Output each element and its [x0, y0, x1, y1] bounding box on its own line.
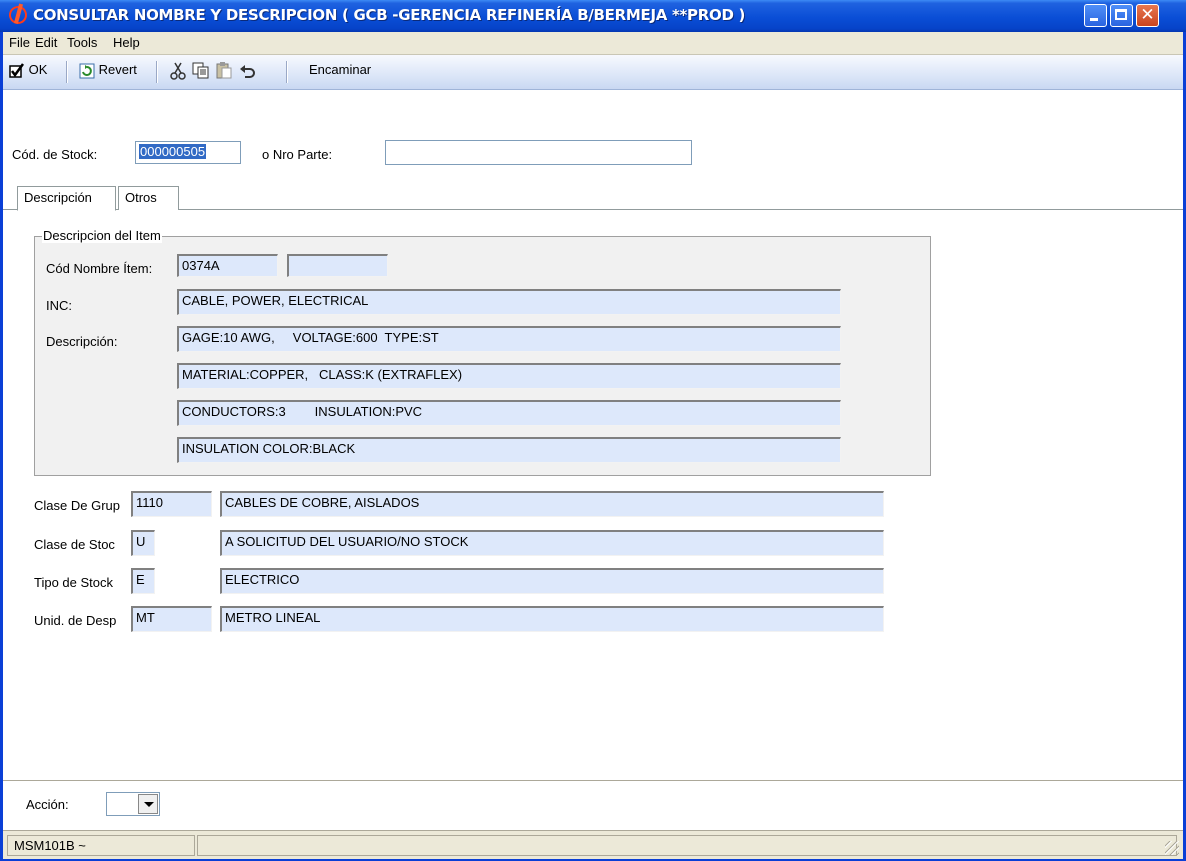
name-code-field[interactable]: 0374A	[177, 254, 278, 277]
class-code-field[interactable]: E	[131, 568, 155, 594]
class-desc-field[interactable]: METRO LINEAL	[220, 606, 884, 632]
close-icon: ✕	[1140, 5, 1155, 25]
menu-tools[interactable]: Tools	[67, 35, 97, 50]
revert-icon	[79, 63, 95, 79]
revert-label: Revert	[98, 62, 137, 77]
cut-icon[interactable]	[169, 62, 187, 82]
class-label: Clase de Stoc	[34, 537, 115, 552]
undo-icon[interactable]	[239, 62, 257, 82]
maximize-button[interactable]	[1110, 4, 1133, 27]
ok-button[interactable]: OK	[9, 62, 47, 82]
status-bar: MSM101B ~	[3, 830, 1183, 859]
menu-help[interactable]: Help	[113, 35, 140, 50]
class-code-field[interactable]: MT	[131, 606, 212, 632]
stock-code-label: Cód. de Stock:	[12, 147, 98, 162]
copy-icon[interactable]	[192, 62, 210, 82]
action-label: Acción:	[26, 797, 69, 812]
description-label: Descripción:	[46, 334, 118, 349]
part-number-input[interactable]	[385, 140, 692, 165]
window-title: CONSULTAR NOMBRE Y DESCRIPCION ( GCB -GE…	[33, 6, 746, 24]
chevron-down-icon[interactable]	[138, 794, 158, 814]
resize-grip-icon[interactable]	[1165, 841, 1179, 855]
toolbar: OK Revert Encaminar	[3, 55, 1183, 90]
close-button[interactable]: ✕	[1136, 4, 1159, 27]
program-id: MSM101B ~	[7, 835, 195, 856]
class-code-field[interactable]: 1110	[131, 491, 212, 517]
description-line-4[interactable]: INSULATION COLOR:BLACK	[177, 437, 841, 463]
class-label: Clase De Grup	[34, 498, 120, 513]
part-number-label: o Nro Parte:	[262, 147, 333, 162]
menu-edit[interactable]: Edit	[35, 35, 57, 50]
class-code-field[interactable]: U	[131, 530, 155, 556]
class-label: Tipo de Stock	[34, 575, 114, 590]
group-title: Descripcion del Item	[42, 228, 162, 243]
description-line-1[interactable]: GAGE:10 AWG, VOLTAGE:600 TYPE:ST	[177, 326, 841, 352]
tab-strip-border	[3, 209, 1183, 210]
class-desc-field[interactable]: A SOLICITUD DEL USUARIO/NO STOCK	[220, 530, 884, 556]
tab-descripcion[interactable]: Descripción	[17, 186, 116, 211]
tab-otros[interactable]: Otros	[118, 186, 179, 210]
action-dropdown[interactable]	[106, 792, 160, 816]
description-line-2[interactable]: MATERIAL:COPPER, CLASS:K (EXTRAFLEX)	[177, 363, 841, 389]
menu-file[interactable]: File	[9, 35, 30, 50]
name-code-label: Cód Nombre Ítem:	[46, 261, 153, 276]
menu-bar: File Edit Tools Help	[3, 32, 1183, 55]
app-logo-icon	[6, 3, 30, 27]
encaminar-button[interactable]: Encaminar	[309, 62, 371, 82]
class-desc-field[interactable]: CABLES DE COBRE, AISLADOS	[220, 491, 884, 517]
ok-label: OK	[28, 62, 48, 77]
name-code-extra-field[interactable]	[287, 254, 388, 277]
checkbox-check-icon	[9, 62, 25, 78]
status-message	[197, 835, 1177, 856]
revert-button[interactable]: Revert	[79, 62, 137, 82]
class-label: Unid. de Desp	[34, 613, 117, 628]
inc-field[interactable]: CABLE, POWER, ELECTRICAL	[177, 289, 841, 315]
title-bar[interactable]: CONSULTAR NOMBRE Y DESCRIPCION ( GCB -GE…	[0, 0, 1186, 32]
stock-code-input[interactable]: 000000505	[135, 141, 241, 164]
inc-label: INC:	[46, 298, 72, 313]
class-desc-field[interactable]: ELECTRICO	[220, 568, 884, 594]
description-line-3[interactable]: CONDUCTORS:3 INSULATION:PVC	[177, 400, 841, 426]
stock-code-value: 000000505	[139, 144, 207, 159]
paste-icon[interactable]	[215, 62, 233, 82]
minimize-button[interactable]	[1084, 4, 1107, 27]
action-bar	[3, 780, 1183, 829]
